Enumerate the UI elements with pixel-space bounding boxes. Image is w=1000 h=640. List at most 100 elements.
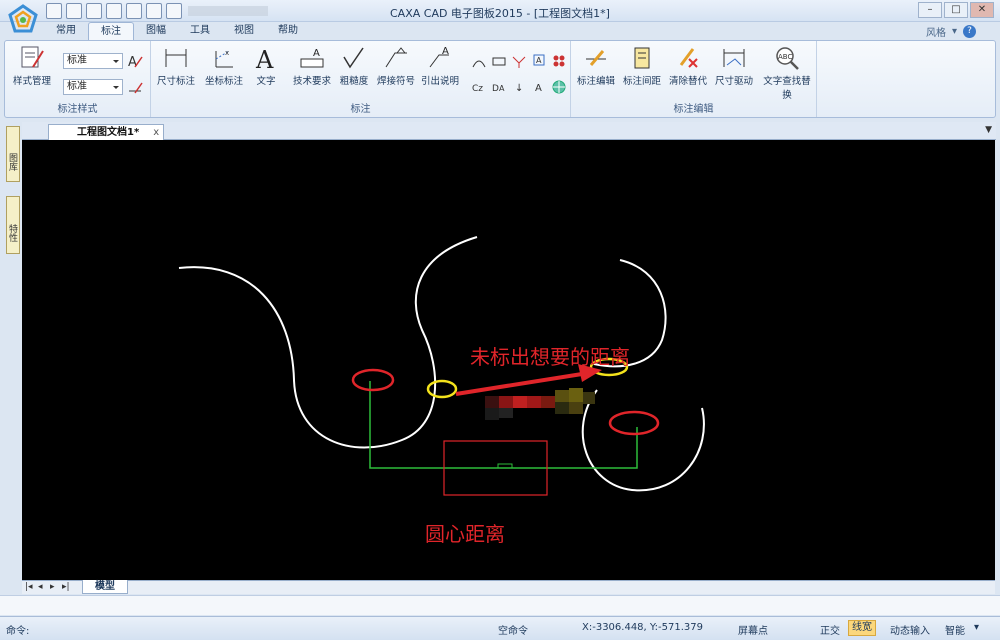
center-marker-left (351, 368, 395, 392)
center-marker-right (608, 410, 660, 436)
group-annotation-style: 样式管理 标准 标准 A 标注样式 (5, 41, 151, 117)
curve-left (178, 236, 478, 449)
roughness-label: 粗糙度 (339, 76, 369, 87)
text-icon: A (255, 46, 274, 71)
view-label-icon[interactable]: A (531, 79, 547, 95)
group-label-style: 标注样式 (57, 104, 98, 115)
group-annotate: 尺寸标注 x 坐标标注 A 文字 A 技术要求 粗糙度 焊接符号 A 引出说明 (151, 41, 571, 117)
leader-button[interactable]: A 引出说明 (417, 45, 463, 87)
dim-drive-button[interactable]: 尺寸驱动 (711, 45, 757, 87)
document-tab[interactable]: 工程图文档1* x (48, 124, 165, 141)
datum-icon[interactable]: A (531, 53, 547, 69)
clear-override-icon (679, 48, 698, 68)
maximize-button[interactable]: □ (944, 2, 968, 18)
svg-text:Cz: Cz (472, 84, 483, 94)
tab-common[interactable]: 常用 (44, 22, 88, 40)
center-mark-icon[interactable] (491, 53, 507, 69)
style-manager-label: 样式管理 (12, 76, 51, 87)
magnifier-icon: ABC (776, 47, 799, 70)
roughness-button[interactable]: 粗糙度 (331, 45, 377, 87)
ortho-toggle[interactable]: 正交 (820, 622, 840, 637)
screen-point-mode[interactable]: 屏幕点 (738, 622, 768, 637)
hatch-icon[interactable] (551, 53, 567, 69)
point-marker-left (426, 379, 458, 399)
annotation-center-distance: 圆心距离 (425, 522, 505, 546)
tab-view[interactable]: 视图 (222, 22, 266, 40)
svg-text:x: x (225, 49, 229, 57)
svg-text:ABC: ABC (778, 53, 792, 61)
dim-style-combo[interactable]: 标准 (63, 79, 123, 95)
model-tab[interactable]: 模型 (82, 580, 128, 594)
angle-dim-icon[interactable] (511, 53, 527, 69)
chevron-down-icon[interactable]: ▾ (974, 622, 979, 633)
style-manager-button[interactable]: 样式管理 (9, 45, 55, 87)
command-history (0, 595, 1000, 615)
ribbon: 样式管理 标准 标准 A 标注样式 尺寸标注 x 坐标标注 A 文字 A 技术要… (4, 40, 996, 118)
annotation-missing-distance: 未标出想要的距离 (470, 345, 630, 369)
ribbon-tabs: 常用 标注 图幅 工具 视图 帮助 (44, 22, 310, 40)
close-button[interactable]: ✕ (970, 2, 994, 18)
first-page-icon[interactable]: |◂ (25, 582, 33, 592)
cut-symbol-icon[interactable]: ↓ (511, 79, 527, 95)
arc-dim-icon[interactable] (471, 53, 487, 69)
target-icon[interactable] (551, 79, 567, 95)
annotation-edit-button[interactable]: 标注编辑 (573, 45, 619, 87)
drawing-canvas[interactable]: 未标出想要的距离 圆心距离 (22, 140, 995, 580)
close-tab-icon[interactable]: x (153, 125, 159, 140)
dim-spacing-icon (634, 47, 650, 69)
library-panel-tab[interactable]: 图库 (6, 126, 20, 182)
style-selector: 风格 ▾ ? (926, 24, 976, 39)
leader-label: 引出说明 (420, 76, 459, 87)
tab-tools[interactable]: 工具 (178, 22, 222, 40)
curve-right-bottom (581, 389, 705, 492)
tech-req-label: 技术要求 (292, 76, 331, 87)
dimension-button[interactable]: 尺寸标注 (153, 45, 199, 87)
svg-text:D: D (492, 84, 499, 94)
help-icon[interactable]: ? (963, 25, 976, 38)
svg-text:A: A (442, 46, 449, 57)
group-label-annotate: 标注 (350, 104, 371, 115)
weld-symbol-label: 焊接符号 (376, 76, 415, 87)
chamfer-dim-icon[interactable]: Cz (471, 79, 487, 95)
window-title: CAXA CAD 电子图板2015 - [工程图文档1*] (390, 7, 610, 20)
tech-req-button[interactable]: A 技术要求 (289, 45, 335, 87)
text-button[interactable]: A 文字 (243, 45, 289, 87)
layout-tab-bar: |◂ ◂ ▸ ▸| 模型 (22, 580, 995, 594)
tab-list-chevron-icon[interactable]: ▼ (985, 125, 992, 135)
find-replace-text-button[interactable]: ABC 文字查找替换 (759, 45, 815, 101)
style-manager-icon (21, 46, 44, 68)
center-distance-line (369, 381, 638, 469)
next-page-icon[interactable]: ▸ (50, 582, 55, 592)
dim-style-icon[interactable] (127, 79, 143, 95)
group-annotation-edit: 标注编辑 标注间距 清除替代 尺寸驱动 ABC 文字查找替换 标注编辑 (571, 41, 817, 117)
cursor-coordinates: X:-3306.448, Y:-571.379 (582, 622, 704, 633)
smart-snap-toggle[interactable]: 智能 (945, 622, 965, 637)
caxa-logo-icon[interactable] (8, 4, 38, 34)
clear-override-button[interactable]: 清除替代 (665, 45, 711, 87)
last-page-icon[interactable]: ▸| (62, 582, 70, 592)
chevron-down-icon[interactable]: ▾ (952, 26, 957, 37)
minimize-button[interactable]: – (918, 2, 942, 18)
annotation-edit-label: 标注编辑 (576, 76, 615, 87)
text-style-icon[interactable]: A (127, 53, 143, 69)
coordinate-dim-label: 坐标标注 (204, 76, 243, 87)
empty-command-status: 空命令 (498, 626, 528, 637)
tab-help[interactable]: 帮助 (266, 22, 310, 40)
tolerance-icon[interactable]: DA (491, 79, 507, 95)
tab-annotate[interactable]: 标注 (88, 22, 134, 40)
dim-spacing-button[interactable]: 标注间距 (619, 45, 665, 87)
weld-symbol-button[interactable]: 焊接符号 (373, 45, 419, 87)
command-label[interactable]: 命令: (6, 622, 29, 637)
annotation-edit-icon (586, 50, 606, 66)
leader-icon: A (429, 46, 449, 68)
dynamic-input-toggle[interactable]: 动态输入 (890, 622, 930, 637)
weld-symbol-icon (385, 47, 407, 68)
lineweight-toggle[interactable]: 线宽 (848, 620, 876, 636)
properties-panel-tab[interactable]: 特性 (6, 196, 20, 254)
dimension-label: 尺寸标注 (156, 76, 195, 87)
tab-sheet[interactable]: 图幅 (134, 22, 178, 40)
text-style-combo[interactable]: 标准 (63, 53, 123, 69)
prev-page-icon[interactable]: ◂ (38, 582, 43, 592)
style-label[interactable]: 风格 (926, 24, 946, 39)
coordinate-dim-button[interactable]: x 坐标标注 (201, 45, 247, 87)
